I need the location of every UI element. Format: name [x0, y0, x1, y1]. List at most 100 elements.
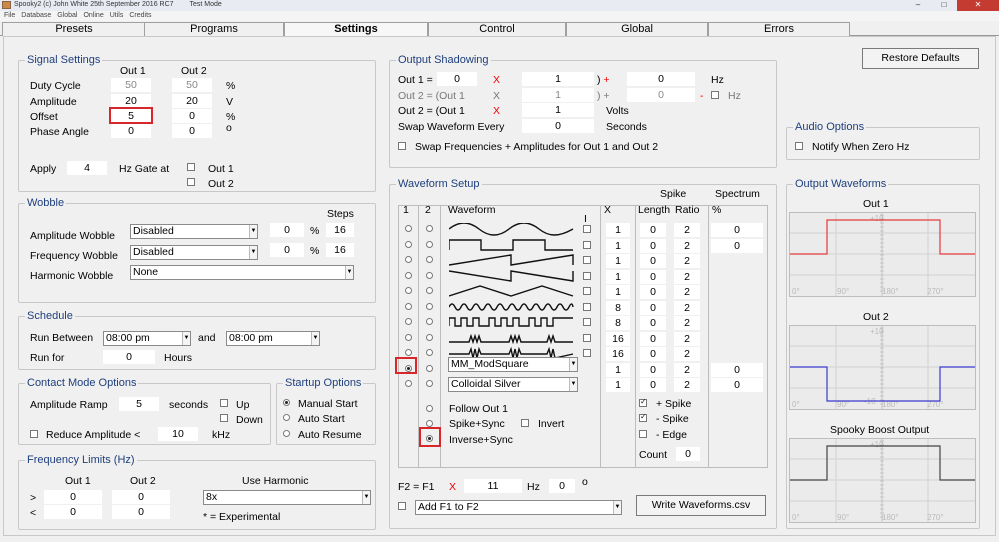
- out2-waveform-radio[interactable]: [426, 318, 433, 325]
- count-field[interactable]: 0: [676, 447, 700, 461]
- waveform-enable-checkbox[interactable]: [583, 333, 591, 342]
- spike-ratio-field[interactable]: 2: [674, 269, 700, 284]
- spike-length-field[interactable]: 0: [640, 223, 666, 237]
- out2-waveform-radio[interactable]: [426, 287, 433, 294]
- offset-out2-field[interactable]: 0: [172, 109, 212, 123]
- spike-length-field[interactable]: 0: [640, 300, 666, 315]
- add-f1-f2-checkbox[interactable]: [398, 502, 406, 510]
- x-multiplier-field[interactable]: 8: [606, 316, 630, 330]
- spike-ratio-field[interactable]: 2: [674, 378, 700, 392]
- custom-waveform-1-select[interactable]: MM_ModSquare ▼: [448, 357, 578, 372]
- use-harmonic-select[interactable]: 8x ▼: [203, 490, 371, 505]
- spike-ratio-field[interactable]: 2: [674, 254, 700, 268]
- x-multiplier-field[interactable]: 16: [606, 347, 630, 361]
- waveform-enable-checkbox[interactable]: [583, 240, 591, 249]
- apply-value-field[interactable]: 4: [67, 161, 107, 175]
- tab-settings[interactable]: Settings: [284, 22, 428, 36]
- minus-spike-checkbox[interactable]: [639, 412, 647, 422]
- waveform-enable-checkbox[interactable]: [583, 302, 591, 311]
- f2-phase-field[interactable]: 0: [549, 479, 575, 493]
- menu-global[interactable]: Global: [57, 11, 77, 21]
- amplitude-out2-field[interactable]: 20: [172, 94, 212, 108]
- limit-out2-max-field[interactable]: 0: [112, 490, 170, 504]
- tab-programs[interactable]: Programs: [144, 22, 284, 36]
- phase-out2-field[interactable]: 0: [172, 124, 212, 138]
- tab-presets[interactable]: Presets: [2, 22, 146, 36]
- waveform-enable-checkbox[interactable]: [583, 225, 591, 233]
- menu-online[interactable]: Online: [83, 11, 103, 21]
- out1-waveform-radio[interactable]: [405, 318, 412, 325]
- out2-waveform-radio[interactable]: [426, 271, 433, 279]
- swap-frequencies-checkbox[interactable]: [398, 142, 406, 150]
- auto-start-radio[interactable]: [283, 414, 290, 421]
- reduce-amplitude-field[interactable]: 10: [158, 427, 198, 441]
- amplitude-ramp-field[interactable]: 5: [119, 397, 159, 411]
- menu-database[interactable]: Database: [21, 11, 51, 21]
- x-multiplier-field[interactable]: 8: [606, 300, 630, 315]
- f2-multiplier-field[interactable]: 11: [464, 479, 522, 493]
- x-multiplier-field[interactable]: 1: [606, 238, 630, 253]
- duty-cycle-out2-field[interactable]: 50: [172, 78, 212, 92]
- notify-zero-hz-checkbox[interactable]: [795, 142, 803, 150]
- write-waveforms-button[interactable]: Write Waveforms.csv: [636, 495, 766, 516]
- out2-waveform-radio[interactable]: [426, 240, 433, 248]
- x-multiplier-field[interactable]: 1: [606, 285, 630, 299]
- menu-utils[interactable]: Utils: [110, 11, 124, 21]
- run-start-time-select[interactable]: 08:00 pm ▼: [103, 331, 191, 346]
- out1-waveform-radio[interactable]: [405, 349, 412, 356]
- out1-waveform-radio[interactable]: [405, 333, 412, 341]
- limit-out1-min-field[interactable]: 0: [44, 505, 102, 519]
- spike-ratio-field[interactable]: 2: [674, 223, 700, 237]
- out1-waveform-radio[interactable]: [405, 271, 412, 279]
- amplitude-wobble-select[interactable]: Disabled ▼: [130, 224, 258, 239]
- shadow-row2-checkbox[interactable]: [711, 91, 719, 99]
- spike-ratio-field[interactable]: 2: [674, 300, 700, 315]
- spike-length-field[interactable]: 0: [640, 254, 666, 268]
- spectrum-field[interactable]: 0: [711, 378, 763, 392]
- swap-waveform-field[interactable]: 0: [522, 119, 594, 133]
- out2-waveform-radio[interactable]: [426, 364, 433, 372]
- spike-length-field[interactable]: 0: [640, 347, 666, 361]
- spectrum-field[interactable]: 0: [711, 223, 763, 237]
- spike-length-field[interactable]: 0: [640, 362, 666, 377]
- spike-ratio-field[interactable]: 2: [674, 238, 700, 253]
- amplitude-wobble-steps-field[interactable]: 16: [326, 223, 354, 237]
- limit-out2-min-field[interactable]: 0: [112, 505, 170, 519]
- waveform-enable-checkbox[interactable]: [583, 271, 591, 280]
- shadow-row2-add-field[interactable]: 0: [627, 88, 695, 102]
- waveform-enable-checkbox[interactable]: [583, 349, 591, 357]
- out2-waveform-radio[interactable]: [426, 333, 433, 341]
- tab-global[interactable]: Global: [566, 22, 708, 36]
- spike-ratio-field[interactable]: 2: [674, 316, 700, 330]
- x-multiplier-field[interactable]: 1: [606, 378, 630, 392]
- spike-length-field[interactable]: 0: [640, 238, 666, 253]
- invert-checkbox[interactable]: [521, 419, 529, 427]
- spike-ratio-field[interactable]: 2: [674, 285, 700, 299]
- frequency-wobble-steps-field[interactable]: 16: [326, 243, 354, 257]
- x-multiplier-field[interactable]: 1: [606, 223, 630, 237]
- spectrum-field[interactable]: 0: [711, 362, 763, 377]
- ramp-down-checkbox[interactable]: [220, 414, 228, 422]
- manual-start-radio[interactable]: [283, 399, 290, 406]
- gate-out2-checkbox[interactable]: [187, 178, 195, 186]
- out2-waveform-radio[interactable]: [426, 349, 433, 356]
- shadow-row1-add-field[interactable]: 0: [627, 72, 695, 86]
- amplitude-wobble-field[interactable]: 0: [270, 223, 304, 237]
- plus-spike-checkbox[interactable]: [639, 397, 647, 407]
- shadow-row2-multiplier-field[interactable]: 1: [522, 88, 594, 102]
- shadow-out1-base-field[interactable]: 0: [437, 72, 477, 86]
- edge-checkbox[interactable]: [639, 430, 647, 438]
- spike-length-field[interactable]: 0: [640, 285, 666, 299]
- minimize-icon[interactable]: –: [905, 0, 931, 11]
- run-for-hours-field[interactable]: 0: [103, 350, 155, 364]
- auto-resume-radio[interactable]: [283, 430, 290, 437]
- waveform-enable-checkbox[interactable]: [583, 256, 591, 264]
- tab-errors[interactable]: Errors: [708, 22, 850, 36]
- limit-out1-max-field[interactable]: 0: [44, 490, 102, 504]
- spike-ratio-field[interactable]: 2: [674, 362, 700, 377]
- spike-length-field[interactable]: 0: [640, 331, 666, 346]
- add-f1-f2-select[interactable]: Add F1 to F2 ▼: [415, 500, 622, 515]
- custom-waveform-2-select[interactable]: Colloidal Silver ▼: [448, 377, 578, 392]
- out2-waveform-radio[interactable]: [426, 302, 433, 310]
- out2-waveform-radio[interactable]: [426, 225, 433, 232]
